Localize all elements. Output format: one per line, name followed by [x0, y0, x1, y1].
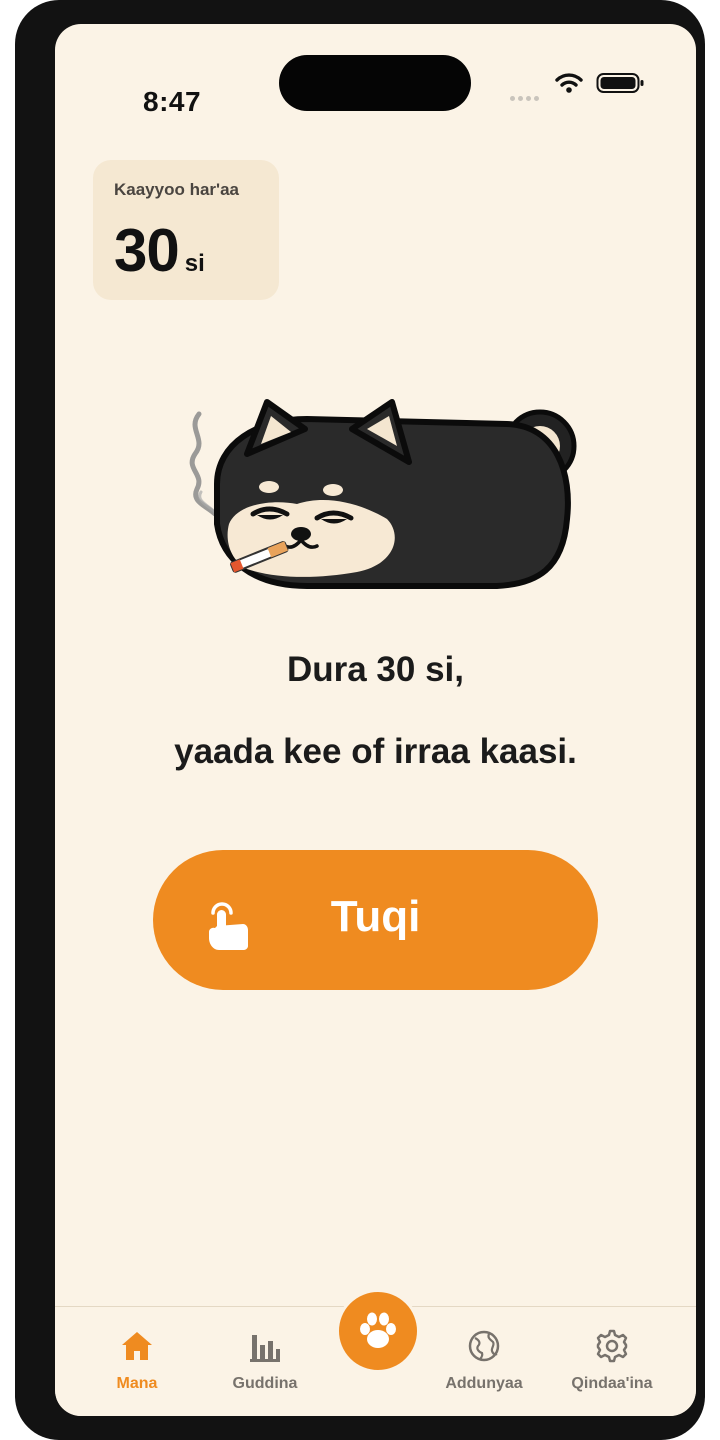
tab-home-label: Mana [116, 1375, 158, 1392]
phone-frame: 8:47 Kaayyoo har'aa 30 si Dura 30 si, ya… [15, 0, 705, 1440]
tab-progress[interactable]: Guddina [205, 1307, 325, 1416]
tab-world-label: Addunyaa [445, 1375, 523, 1392]
home-icon [122, 1332, 152, 1360]
streak-card: Kaayyoo har'aa 30 si [93, 160, 279, 300]
gear-icon [596, 1329, 628, 1363]
tab-world[interactable]: Addunyaa [424, 1307, 544, 1416]
streak-value: 30 si [114, 216, 205, 285]
status-time: 8:47 [143, 86, 202, 117]
wifi-icon [555, 73, 583, 93]
cellular-dots-icon [510, 88, 542, 106]
message-line-1: Dura 30 si, [286, 650, 465, 689]
tab-settings-label: Qindaa'ina [571, 1375, 653, 1392]
tap-button[interactable]: Tuqi [153, 850, 598, 990]
streak-label: Kaayyoo har'aa [114, 180, 239, 199]
paw-icon [360, 1312, 396, 1348]
streak-unit: si [184, 250, 205, 277]
globe-icon [468, 1330, 500, 1362]
app-screen: 8:47 Kaayyoo har'aa 30 si Dura 30 si, ya… [55, 24, 696, 1416]
tab-settings[interactable]: Qindaa'ina [552, 1307, 672, 1416]
paw-button[interactable] [336, 1289, 420, 1373]
tab-bar: Mana Guddina Addunyaa Qindaa'ina [55, 1289, 696, 1416]
bar-chart-icon [250, 1335, 280, 1362]
tab-home[interactable]: Mana [77, 1307, 197, 1416]
tap-button-label: Tuqi [330, 892, 421, 941]
black-shiba-dog-smoking-icon [189, 399, 577, 589]
dynamic-island [279, 55, 471, 111]
message-line-2: yaada kee of irraa kaasi. [174, 732, 577, 771]
battery-icon [596, 73, 644, 93]
streak-number: 30 [114, 217, 180, 284]
tab-progress-label: Guddina [232, 1375, 298, 1392]
